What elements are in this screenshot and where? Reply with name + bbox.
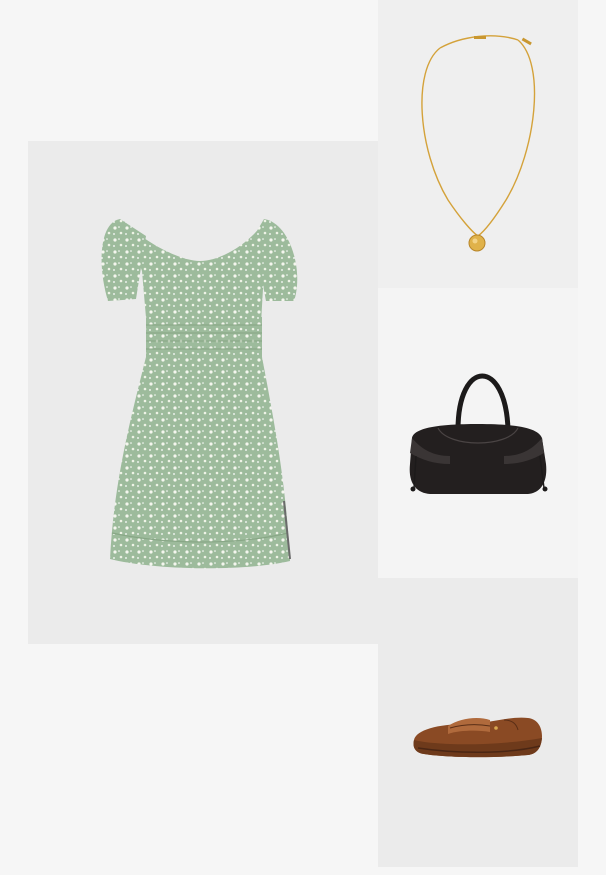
shoe-product-tile[interactable]: [378, 578, 578, 867]
gold-pendant-necklace-image: [421, 35, 536, 252]
dress-product-tile[interactable]: [28, 141, 378, 644]
bag-product-tile[interactable]: [378, 288, 578, 578]
bag-logo-text: [477, 431, 478, 436]
brown-leather-loafer-image: [413, 717, 542, 758]
necklace-product-tile[interactable]: [378, 0, 578, 288]
black-leather-tote-bag-image: [409, 373, 548, 494]
floral-mini-dress-image: [101, 219, 298, 569]
